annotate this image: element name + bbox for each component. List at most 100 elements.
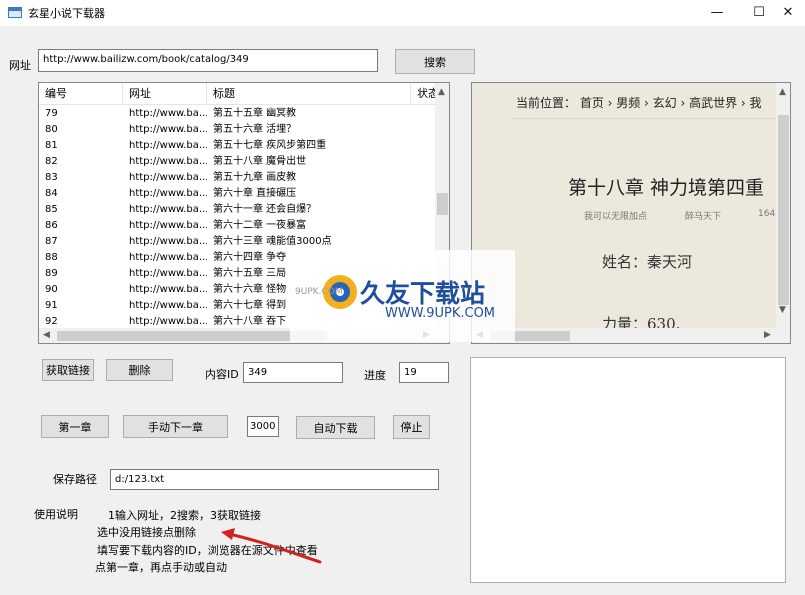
watermark-side-text: 9UPK.COM [295,287,343,297]
chapter-text-line-1: 姓名：秦天河 [602,253,693,271]
word-count: 164 [758,209,776,219]
cell-title: 第六十三章 魂能值3000点 [213,236,332,247]
scroll-up-icon[interactable]: ▲ [438,87,445,97]
cell-title: 第五十七章 疾风步第四重 [213,140,327,151]
column-header-number[interactable]: 编号 [39,83,123,105]
cell-url: http://www.ba... [129,284,207,295]
delete-button[interactable]: 删除 [106,359,173,381]
cell-title: 第六十章 直接碾压 [213,188,297,199]
cell-title: 第五十六章 活埋？ [213,124,297,135]
cell-url: http://www.ba... [129,156,207,167]
cell-title: 第五十九章 画皮教 [213,172,297,183]
watermark-text: 久友下载站 [360,279,486,308]
table-row[interactable]: 83 http://www.ba... 第五十九章 画皮教 [39,170,435,186]
minimize-button[interactable]: — [700,0,734,24]
browser-scroll-corner [776,328,790,343]
browser-page: 当前位置： 首页 › 男频 › 玄幻 › 高武世界 › 我 第十八章 神力境第四… [472,83,776,328]
cell-url: http://www.ba... [129,188,207,199]
breadcrumb-divider [512,118,776,119]
cell-number: 86 [45,220,58,231]
cell-url: http://www.ba... [129,140,207,151]
cell-number: 82 [45,156,58,167]
cell-url: http://www.ba... [129,220,207,231]
save-path-input[interactable]: d:/123.txt [110,469,439,490]
column-header-url[interactable]: 网址 [123,83,207,105]
cell-url: http://www.ba... [129,172,207,183]
cell-title: 第五十五章 幽冥教 [213,108,297,119]
browser-horizontal-scrollbar[interactable]: ◀ ▶ [472,328,776,343]
cell-url: http://www.ba... [129,300,207,311]
cell-url: http://www.ba... [129,204,207,215]
watermark-overlay: 久友下载站 WWW.9UPK.COM 9UPK.COM [290,250,515,342]
instruction-line-1: 1输入网址，2搜索，3获取链接 [108,509,261,522]
url-label: 网址 [9,59,31,72]
progress-label: 进度 [364,369,386,382]
list-header: 编号 网址 标题 状态 [39,83,441,105]
cell-title: 第六十一章 还会自爆？ [213,204,317,215]
content-id-input[interactable]: 349 [243,362,343,383]
close-button[interactable]: ✕ [771,0,805,24]
auto-download-button[interactable]: 自动下载 [296,416,375,439]
cell-number: 90 [45,284,58,295]
cell-number: 85 [45,204,58,215]
instruction-line-4: 点第一章，再点手动或自动 [95,561,227,574]
content-id-label: 内容ID [205,368,239,381]
cell-number: 88 [45,252,58,263]
table-row[interactable]: 84 http://www.ba... 第六十章 直接碾压 [39,186,435,202]
title-bar: 玄星小说下载器 — ☐ ✕ [0,0,805,26]
browser-vscroll-thumb[interactable] [778,115,789,305]
browser-scroll-down-icon[interactable]: ▼ [779,305,786,315]
cell-number: 80 [45,124,58,135]
breadcrumb: 当前位置： 首页 › 男频 › 玄幻 › 高武世界 › 我 [516,96,762,110]
instruction-line-2: 选中没用链接点删除 [97,526,196,539]
search-button[interactable]: 搜索 [395,49,475,74]
instructions-label: 使用说明 [34,508,78,521]
interval-input[interactable]: 3000 [247,416,279,437]
chapter-title: 第十八章 神力境第四重 [568,177,765,199]
url-input[interactable]: http://www.bailizw.com/book/catalog/349 [38,49,378,72]
table-row[interactable]: 82 http://www.ba... 第五十八章 魔骨出世 [39,154,435,170]
browser-scroll-right-icon[interactable]: ▶ [764,330,771,340]
cell-url: http://www.ba... [129,236,207,247]
output-textarea[interactable] [470,357,786,583]
cell-title: 第六十二章 一夜暴富 [213,220,307,231]
cell-number: 79 [45,108,58,119]
cell-number: 87 [45,236,58,247]
column-header-title[interactable]: 标题 [207,83,411,105]
book-name: 我可以无限加点 [584,212,648,222]
app-icon [8,7,22,18]
chapter-text-line-2: 力量：630. [602,315,681,328]
scroll-left-icon[interactable]: ◀ [43,330,50,340]
get-links-button[interactable]: 获取链接 [42,359,94,381]
table-row[interactable]: 87 http://www.ba... 第六十三章 魂能值3000点 [39,234,435,250]
list-hscroll-thumb[interactable] [57,331,327,341]
browser-scroll-up-icon[interactable]: ▲ [779,87,786,97]
browser-vertical-scrollbar[interactable]: ▲ ▼ [776,83,790,328]
cell-number: 83 [45,172,58,183]
cell-url: http://www.ba... [129,124,207,135]
embedded-browser[interactable]: 当前位置： 首页 › 男频 › 玄幻 › 高武世界 › 我 第十八章 神力境第四… [471,82,791,344]
cell-number: 89 [45,268,58,279]
table-row[interactable]: 86 http://www.ba... 第六十二章 一夜暴富 [39,218,435,234]
cell-title: 第五十八章 魔骨出世 [213,156,307,167]
cell-number: 91 [45,300,58,311]
manual-next-chapter-button[interactable]: 手动下一章 [123,415,228,438]
progress-input[interactable]: 19 [399,362,449,383]
save-path-label: 保存路径 [53,473,97,486]
table-row[interactable]: 80 http://www.ba... 第五十六章 活埋？ [39,122,435,138]
table-row[interactable]: 85 http://www.ba... 第六十一章 还会自爆？ [39,202,435,218]
cell-url: http://www.ba... [129,108,207,119]
author-name: 醉马天下 [685,212,722,222]
list-vscroll-thumb[interactable] [437,193,448,215]
table-row[interactable]: 79 http://www.ba... 第五十五章 幽冥教 [39,106,435,122]
first-chapter-button[interactable]: 第一章 [41,415,109,438]
table-row[interactable]: 81 http://www.ba... 第五十七章 疾风步第四重 [39,138,435,154]
annotation-arrow-icon [221,528,322,564]
cell-url: http://www.ba... [129,252,207,263]
cell-number: 81 [45,140,58,151]
watermark-url: WWW.9UPK.COM [385,306,496,321]
window-title: 玄星小说下载器 [28,7,105,20]
cell-number: 84 [45,188,58,199]
cell-url: http://www.ba... [129,268,207,279]
stop-button[interactable]: 停止 [393,415,430,439]
